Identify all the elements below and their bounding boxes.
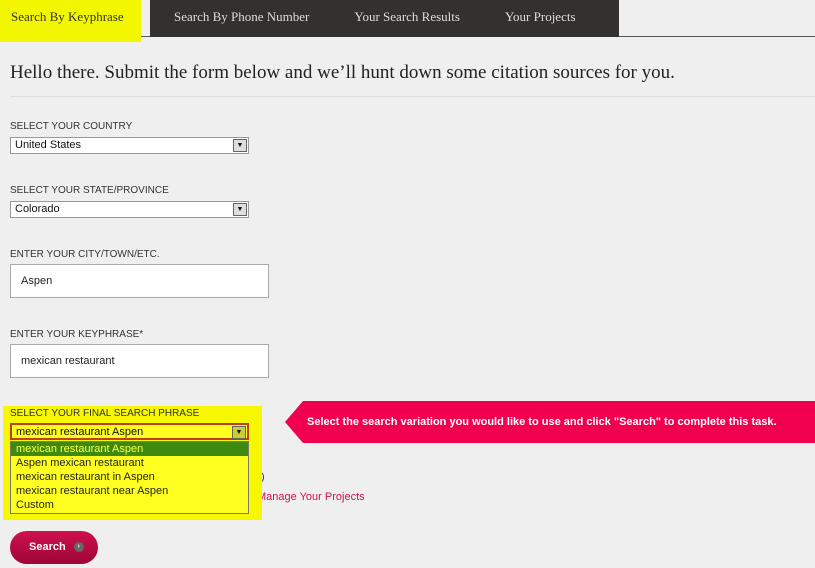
page-heading: Hello there. Submit the form below and w…	[10, 62, 675, 83]
city-label: ENTER YOUR CITY/TOWN/ETC.	[10, 249, 160, 260]
state-select[interactable]: Colorado ▼	[10, 201, 249, 218]
tab-bar: Search By Phone Number Your Search Resul…	[150, 0, 619, 37]
option-item[interactable]: mexican restaurant near Aspen	[11, 484, 248, 498]
chevron-down-icon[interactable]: ▼	[232, 426, 246, 439]
state-value: Colorado	[15, 203, 60, 215]
country-label: SELECT YOUR COUNTRY	[10, 121, 133, 132]
country-value: United States	[15, 139, 82, 151]
option-item[interactable]: mexican restaurant in Aspen	[11, 470, 248, 484]
divider	[10, 96, 815, 97]
option-item[interactable]: mexican restaurant Aspen	[11, 442, 248, 456]
final-phrase-options: mexican restaurant Aspen Aspen mexican r…	[10, 441, 249, 514]
city-input[interactable]: Aspen	[10, 264, 269, 298]
chevron-right-icon: ›	[73, 542, 84, 553]
chevron-down-icon[interactable]: ▼	[233, 203, 247, 216]
country-select[interactable]: United States ▼	[10, 137, 249, 154]
keyphrase-label: ENTER YOUR KEYPHRASE*	[10, 329, 144, 340]
final-phrase-value: mexican restaurant Aspen	[16, 426, 144, 438]
tab-search-by-phone[interactable]: Search By Phone Number	[174, 0, 309, 37]
search-button-label: Search	[29, 541, 66, 553]
tab-your-projects[interactable]: Your Projects	[505, 0, 576, 37]
search-button[interactable]: Search ›	[10, 531, 98, 564]
option-item[interactable]: Aspen mexican restaurant	[11, 456, 248, 470]
nav-tabs: Search By Keyphrase Search By Phone Numb…	[0, 0, 815, 42]
final-phrase-label: SELECT YOUR FINAL SEARCH PHRASE	[10, 408, 200, 419]
final-phrase-select[interactable]: mexican restaurant Aspen ▼	[10, 423, 249, 440]
chevron-down-icon[interactable]: ▼	[233, 139, 247, 152]
state-label: SELECT YOUR STATE/PROVINCE	[10, 185, 169, 196]
keyphrase-input[interactable]: mexican restaurant	[10, 344, 269, 378]
manage-projects-link[interactable]: Manage Your Projects	[257, 491, 365, 503]
tab-search-results[interactable]: Your Search Results	[354, 0, 460, 37]
tab-search-by-keyphrase[interactable]: Search By Keyphrase	[0, 0, 141, 42]
option-item[interactable]: Custom	[11, 498, 248, 512]
instruction-callout: Select the search variation you would li…	[285, 401, 815, 443]
